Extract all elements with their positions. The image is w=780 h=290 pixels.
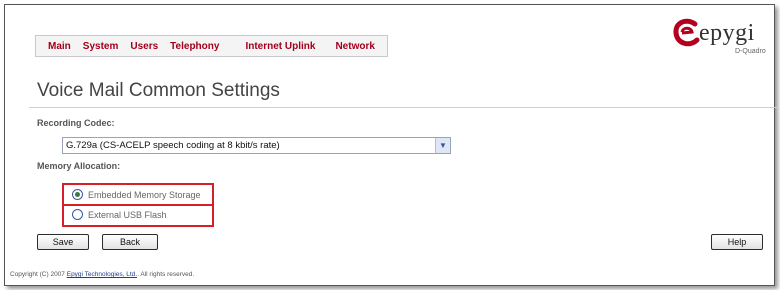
menu-system[interactable]: System bbox=[83, 41, 119, 52]
recording-codec-label: Recording Codec: bbox=[37, 118, 115, 128]
chevron-down-icon[interactable]: ▼ bbox=[435, 138, 450, 153]
back-button[interactable]: Back bbox=[102, 234, 158, 250]
footer-company-link[interactable]: Epygi Technologies, Ltd. bbox=[67, 271, 137, 278]
radio-separator bbox=[64, 204, 212, 206]
footer-prefix: Copyright (C) 2007 bbox=[10, 271, 65, 278]
radio-usb-label: External USB Flash bbox=[88, 209, 167, 220]
page-title: Voice Mail Common Settings bbox=[37, 80, 280, 101]
menu-internet-uplink[interactable]: Internet Uplink bbox=[245, 41, 315, 52]
logo-wordmark: epygi bbox=[699, 20, 755, 46]
logo-subtitle: D-Quadro bbox=[735, 48, 766, 55]
menu-main[interactable]: Main bbox=[48, 41, 71, 52]
radio-unchecked-icon[interactable] bbox=[72, 209, 83, 220]
epygi-logo: epygi D-Quadro bbox=[673, 18, 771, 58]
main-menu: Main System Users Telephony Internet Upl… bbox=[35, 35, 388, 57]
footer-suffix: All rights reserved. bbox=[140, 271, 195, 278]
copyright-footer: Copyright (C) 2007 Epygi Technologies, L… bbox=[10, 271, 195, 278]
recording-codec-select[interactable]: G.729a (CS-ACELP speech coding at 8 kbit… bbox=[62, 137, 451, 154]
memory-allocation-label: Memory Allocation: bbox=[37, 161, 121, 171]
radio-usb-flash[interactable]: External USB Flash bbox=[72, 209, 167, 220]
page-frame: Main System Users Telephony Internet Upl… bbox=[4, 4, 777, 286]
menu-users[interactable]: Users bbox=[130, 41, 158, 52]
save-button[interactable]: Save bbox=[37, 234, 89, 250]
title-divider bbox=[29, 107, 777, 108]
radio-embedded-label: Embedded Memory Storage bbox=[88, 189, 201, 200]
logo-swirl-icon bbox=[673, 18, 700, 47]
radio-checked-icon[interactable] bbox=[72, 189, 83, 200]
menu-network[interactable]: Network bbox=[335, 41, 374, 52]
radio-embedded-memory[interactable]: Embedded Memory Storage bbox=[72, 189, 201, 200]
recording-codec-value: G.729a (CS-ACELP speech coding at 8 kbit… bbox=[66, 140, 280, 151]
menu-telephony[interactable]: Telephony bbox=[170, 41, 219, 52]
help-button[interactable]: Help bbox=[711, 234, 763, 250]
memory-allocation-group: Embedded Memory Storage External USB Fla… bbox=[62, 183, 214, 227]
